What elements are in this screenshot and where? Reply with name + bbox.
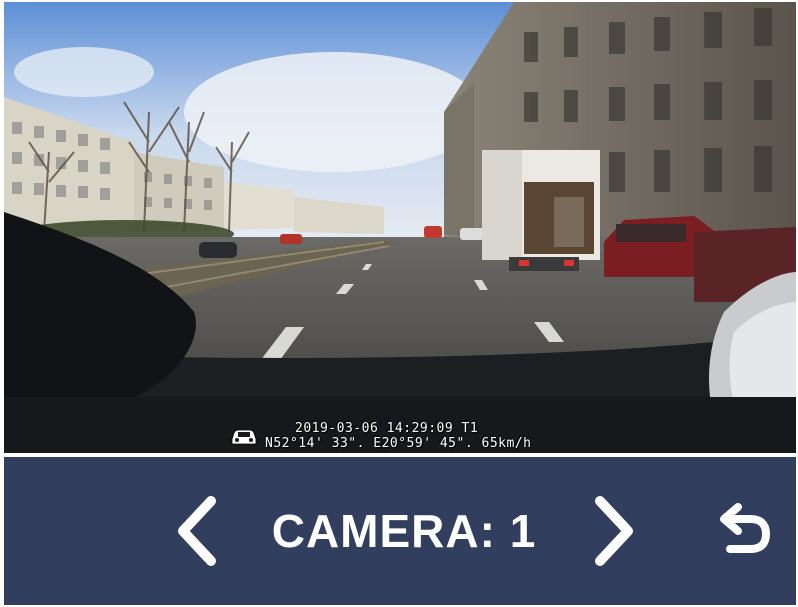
dashcam-scene (4, 2, 796, 453)
camera-feed: 2019-03-06 14:29:09 T1 N52°14' 33". E20°… (4, 2, 796, 453)
gps-speed-text: N52°14' 33". E20°59' 45". 65km/h (265, 436, 532, 451)
camera-viewer: 2019-03-06 14:29:09 T1 N52°14' 33". E20°… (4, 2, 796, 605)
next-camera-button[interactable] (579, 457, 649, 605)
previous-camera-button[interactable] (162, 457, 232, 605)
timestamp-text: 2019-03-06 14:29:09 T1 (295, 421, 479, 436)
car-icon (231, 429, 257, 445)
video-overlay: 2019-03-06 14:29:09 T1 N52°14' 33". E20°… (229, 419, 531, 453)
back-button[interactable] (704, 457, 784, 605)
camera-label: CAMERA: 1 (271, 505, 537, 557)
camera-control-bar: CAMERA: 1 (4, 457, 796, 605)
chevron-right-icon (595, 496, 633, 566)
chevron-left-icon (178, 496, 216, 566)
return-arrow-icon (720, 503, 770, 553)
